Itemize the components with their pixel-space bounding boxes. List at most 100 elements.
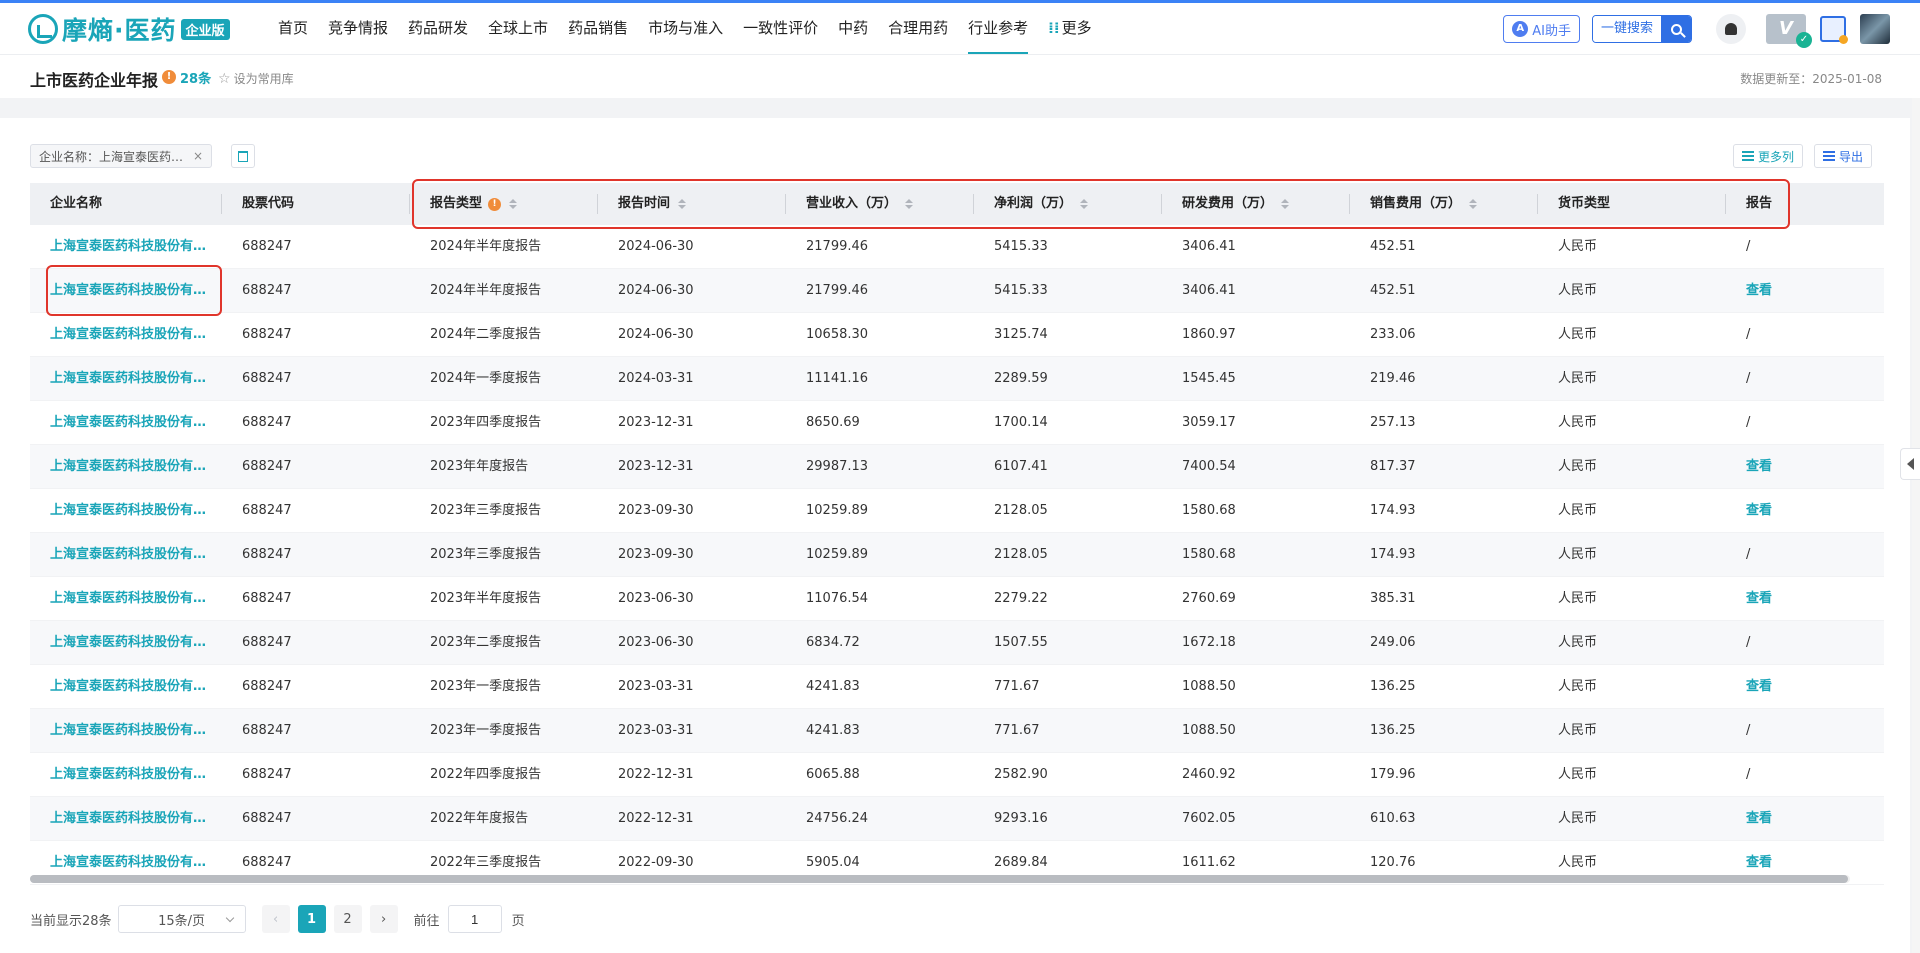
next-page-button[interactable]: › [369,905,398,933]
company-link[interactable]: 上海宣泰医药科技股份有… [30,753,222,797]
company-link[interactable]: 上海宣泰医药科技股份有… [30,621,222,665]
table-cell: 人民币 [1558,767,1598,782]
table-cell: 771.67 [994,723,1040,738]
report-link[interactable]: 查看 [1726,489,1884,533]
clear-filters-button[interactable] [231,144,255,168]
column-header-3[interactable]: 报告类型! [410,183,598,225]
star-icon: ☆ [218,70,231,87]
table-cell: 2023-12-31 [618,459,694,474]
sort-icon[interactable] [678,199,687,209]
table-cell: 136.25 [1370,723,1416,738]
company-link[interactable]: 上海宣泰医药科技股份有… [30,225,222,269]
page-button-1[interactable]: 1 [297,905,326,933]
column-header-label: 股票代码 [242,196,295,211]
nav-item-9[interactable]: 行业参考 [958,3,1038,54]
company-link[interactable]: 上海宣泰医药科技股份有… [30,665,222,709]
nav-item-5[interactable]: 市场与准入 [638,3,733,54]
nav-item-4[interactable]: 药品销售 [558,3,638,54]
book-icon[interactable] [1820,16,1848,44]
table-cell: 1860.97 [1182,327,1236,342]
sort-icon[interactable] [905,199,914,209]
prev-page-button[interactable]: ‹ [261,905,290,933]
company-link[interactable]: 上海宣泰医药科技股份有… [30,797,222,841]
nav-item-label: 合理用药 [888,19,949,37]
table-cell: 688247 [242,459,292,474]
search-button[interactable] [1661,16,1691,42]
report-link[interactable]: 查看 [1726,269,1884,313]
page-scrollbar[interactable] [1912,98,1920,953]
company-link[interactable]: 上海宣泰医药科技股份有… [30,533,222,577]
table-cell: 9293.16 [994,811,1048,826]
nav-item-0[interactable]: 首页 [268,3,318,54]
close-icon[interactable]: × [193,149,203,163]
nav-item-label: 竞争情报 [328,19,389,37]
table-cell: 7602.05 [1182,811,1236,826]
info-icon[interactable]: ! [488,197,502,211]
table-cell: 人民币 [1558,635,1598,650]
nav-item-label: 行业参考 [968,19,1029,37]
nav-item-10[interactable]: ⁞⁞ 更多 [1038,3,1101,54]
company-link[interactable]: 上海宣泰医药科技股份有… [30,269,222,313]
report-link[interactable]: 查看 [1726,665,1884,709]
page-size-select[interactable]: 15条/页 [117,905,246,933]
company-link[interactable]: 上海宣泰医药科技股份有… [30,401,222,445]
report-link[interactable]: 查看 [1726,445,1884,489]
info-icon[interactable]: ! [162,70,176,84]
company-link[interactable]: 上海宣泰医药科技股份有… [30,489,222,533]
table-cell: 2023-12-31 [618,415,694,430]
sort-icon[interactable] [1080,199,1089,209]
table-cell: 2023年一季度报告 [430,723,542,738]
report-link[interactable]: 查看 [1726,577,1884,621]
table-cell: 10658.30 [806,327,869,342]
brand-logo[interactable]: 摩熵·医药 企业版 [28,11,230,47]
goto-page-input[interactable] [447,905,502,933]
nav-item-2[interactable]: 药品研发 [398,3,478,54]
nav-item-1[interactable]: 竞争情报 [318,3,398,54]
set-favorite-button[interactable]: ☆ 设为常用库 [218,70,294,87]
nav-item-8[interactable]: 合理用药 [878,3,958,54]
company-link[interactable]: 上海宣泰医药科技股份有… [30,313,222,357]
side-panel-toggle[interactable] [1900,448,1920,480]
nav-item-3[interactable]: 全球上市 [478,3,558,54]
export-icon [1823,151,1835,161]
table-cell: 771.67 [994,679,1040,694]
column-header-4[interactable]: 报告时间 [598,183,786,225]
sort-icon[interactable] [509,199,518,209]
nav-item-7[interactable]: 中药 [828,3,878,54]
table-cell: 2024-06-30 [618,327,694,342]
table-row: 上海宣泰医药科技股份有… 688247 2023年一季度报告 2023-03-31 42… [30,709,1884,753]
column-header-8[interactable]: 销售费用（万） [1350,183,1538,225]
scrollbar-thumb[interactable] [30,875,1848,883]
table-body: 上海宣泰医药科技股份有… 688247 2024年半年度报告 2024-06-30 21… [30,225,1884,885]
filter-chip-company[interactable]: 企业名称：上海宣泰医药… × [30,144,213,168]
more-columns-button[interactable]: 更多列 [1733,144,1804,168]
company-link[interactable]: 上海宣泰医药科技股份有… [30,357,222,401]
company-link[interactable]: 上海宣泰医药科技股份有… [30,577,222,621]
report-link[interactable]: 查看 [1726,797,1884,841]
table-row: 上海宣泰医药科技股份有… 688247 2024年一季度报告 2024-03-31 11… [30,357,1884,401]
table-cell: 8650.69 [806,415,860,430]
table-cell: 人民币 [1558,723,1598,738]
table-cell: 11141.16 [806,371,869,386]
company-link[interactable]: 上海宣泰医药科技股份有… [30,445,222,489]
sort-icon[interactable] [1281,199,1290,209]
table-cell: 人民币 [1558,503,1598,518]
global-search[interactable]: 一键搜索 [1591,15,1692,43]
column-header-5[interactable]: 营业收入（万） [786,183,974,225]
company-link[interactable]: 上海宣泰医药科技股份有… [30,709,222,753]
table-row: 上海宣泰医药科技股份有… 688247 2023年三季度报告 2023-09-30 10… [30,533,1884,577]
column-header-7[interactable]: 研发费用（万） [1162,183,1350,225]
table-cell: 817.37 [1370,459,1416,474]
column-header-6[interactable]: 净利润（万） [974,183,1162,225]
sort-icon[interactable] [1469,199,1478,209]
nav-item-6[interactable]: 一致性评价 [733,3,828,54]
avatar[interactable] [1860,14,1890,44]
page-button-2[interactable]: 2 [333,905,362,933]
notification-button[interactable] [1716,14,1746,44]
horizontal-scrollbar[interactable] [30,875,1850,883]
pagination-total: 当前显示28条 [30,913,112,929]
ai-assistant-button[interactable]: A AI助手 [1503,15,1580,43]
export-button[interactable]: 导出 [1814,144,1873,168]
table-cell: 2023-06-30 [618,591,694,606]
vip-badge[interactable]: V [1766,14,1812,48]
